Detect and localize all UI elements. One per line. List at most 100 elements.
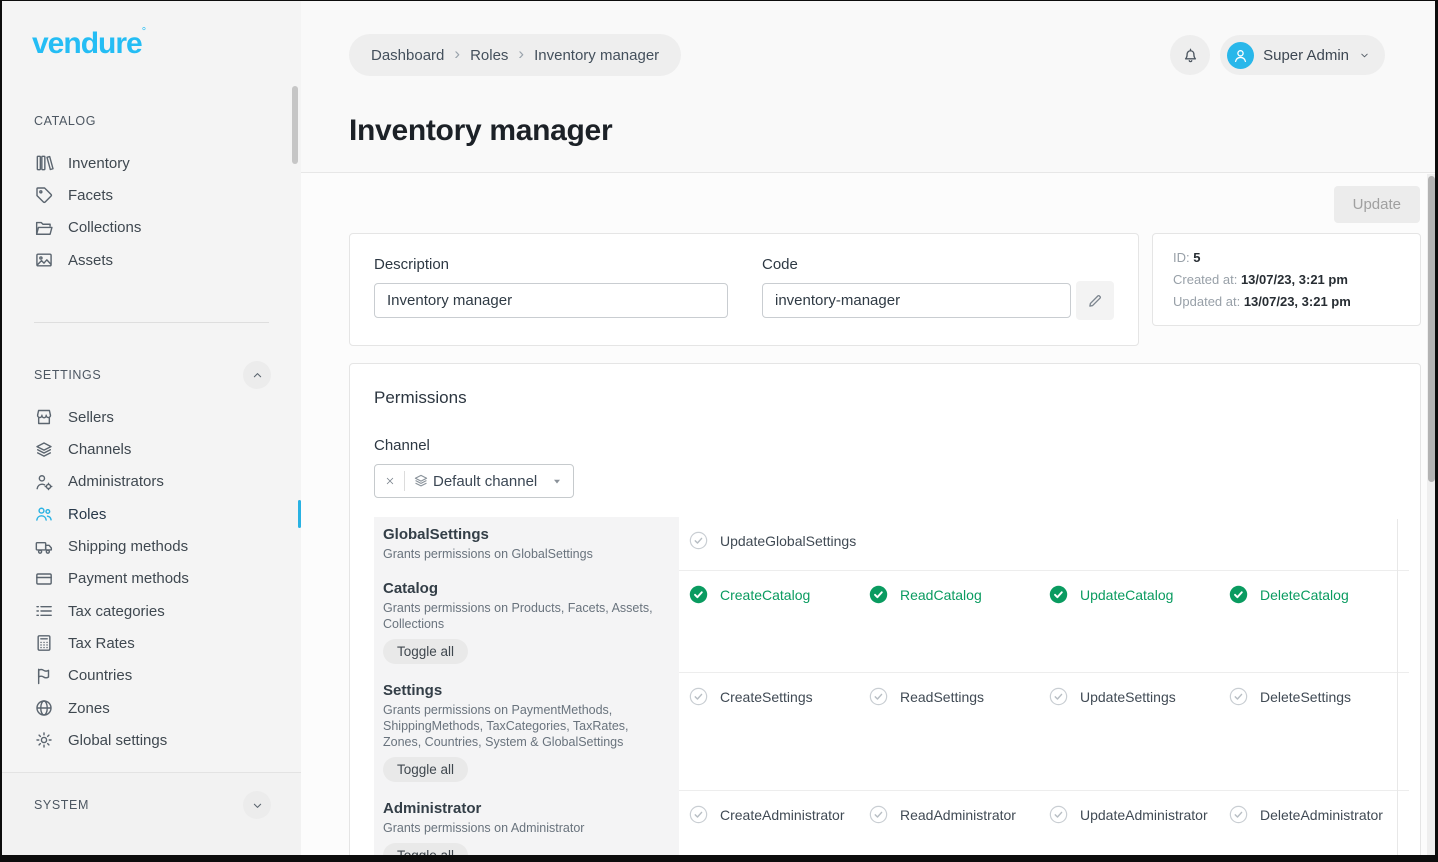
sidebar-item-label: Tax categories bbox=[68, 603, 165, 620]
sidebar-item-label: Sellers bbox=[68, 409, 114, 426]
sidebar-item-sellers[interactable]: Sellers bbox=[2, 401, 301, 433]
permission-group-info: GlobalSettingsGrants permissions on Glob… bbox=[374, 517, 679, 571]
sidebar-item-global-settings[interactable]: Global settings bbox=[2, 724, 301, 756]
permission-group-description: Grants permissions on PaymentMethods, Sh… bbox=[383, 702, 665, 750]
permission-checkbox-DeleteSettings[interactable]: DeleteSettings bbox=[1229, 687, 1409, 706]
chevron-down-icon[interactable] bbox=[243, 791, 271, 819]
page-header: Dashboard›Roles›Inventory manager Super … bbox=[301, 1, 1435, 173]
permission-label: ReadAdministrator bbox=[900, 807, 1016, 823]
notifications-button[interactable] bbox=[1170, 35, 1210, 75]
sidebar-item-label: Tax Rates bbox=[68, 635, 135, 652]
permission-checkbox-CreateSettings[interactable]: CreateSettings bbox=[689, 687, 869, 706]
sidebar-item-payment-methods[interactable]: Payment methods bbox=[2, 563, 301, 595]
clear-channel-icon[interactable] bbox=[384, 475, 396, 487]
breadcrumb-dashboard[interactable]: Dashboard bbox=[371, 47, 444, 64]
permission-label: DeleteAdministrator bbox=[1260, 807, 1383, 823]
permission-checkbox-UpdateSettings[interactable]: UpdateSettings bbox=[1049, 687, 1229, 706]
sidebar-item-roles[interactable]: Roles bbox=[2, 498, 301, 530]
toggle-all-button[interactable]: Toggle all bbox=[383, 757, 468, 782]
user-menu[interactable]: Super Admin bbox=[1220, 35, 1385, 75]
edit-code-button[interactable] bbox=[1076, 281, 1114, 320]
inventory-icon bbox=[34, 153, 54, 173]
sidebar: vendure° CATALOG InventoryFacetsCollectio… bbox=[2, 1, 301, 855]
permission-label: UpdateAdministrator bbox=[1080, 807, 1208, 823]
permission-group-row-catalog: CatalogGrants permissions on Products, F… bbox=[374, 571, 1396, 673]
check-circle-off-icon bbox=[1049, 805, 1068, 824]
permission-label: CreateAdministrator bbox=[720, 807, 845, 823]
channel-label: Channel bbox=[374, 437, 1396, 454]
main-scrollbar-thumb[interactable] bbox=[1428, 176, 1435, 482]
description-field[interactable] bbox=[374, 283, 728, 318]
vendure-logo: vendure° bbox=[2, 1, 301, 61]
permission-checkbox-ReadCatalog[interactable]: ReadCatalog bbox=[869, 585, 1049, 604]
permission-checkbox-ReadSettings[interactable]: ReadSettings bbox=[869, 687, 1049, 706]
sidebar-item-countries[interactable]: Countries bbox=[2, 660, 301, 692]
toggle-all-button[interactable]: Toggle all bbox=[383, 639, 468, 664]
permission-group-info: AdministratorGrants permissions on Admin… bbox=[374, 791, 679, 855]
sidebar-item-zones[interactable]: Zones bbox=[2, 692, 301, 724]
sidebar-section-settings[interactable]: SETTINGS bbox=[2, 361, 301, 389]
sidebar-item-facets[interactable]: Facets bbox=[2, 179, 301, 211]
global-settings-icon bbox=[34, 730, 54, 750]
payment-methods-icon bbox=[34, 569, 54, 589]
permission-checkboxes: CreateAdministrator ReadAdministrator Upda… bbox=[679, 791, 1409, 855]
permission-checkbox-UpdateCatalog[interactable]: UpdateCatalog bbox=[1049, 585, 1229, 604]
permission-checkbox-UpdateGlobalSettings[interactable]: UpdateGlobalSettings bbox=[689, 531, 869, 550]
sidebar-item-inventory[interactable]: Inventory bbox=[2, 147, 301, 179]
sidebar-item-collections[interactable]: Collections bbox=[2, 212, 301, 244]
sidebar-item-assets[interactable]: Assets bbox=[2, 244, 301, 276]
sidebar-item-label: Roles bbox=[68, 506, 106, 523]
channel-value: Default channel bbox=[433, 473, 543, 490]
caret-down-icon bbox=[551, 475, 563, 487]
permission-checkbox-UpdateAdministrator[interactable]: UpdateAdministrator bbox=[1049, 805, 1229, 824]
avatar bbox=[1227, 42, 1254, 69]
permission-checkboxes: CreateSettingsReadSettings UpdateSettings… bbox=[679, 673, 1409, 791]
sellers-icon bbox=[34, 407, 54, 427]
tax-categories-icon bbox=[34, 601, 54, 621]
meta-row: Updated at: 13/07/23, 3:21 pm bbox=[1173, 291, 1400, 313]
check-circle-on-icon bbox=[1049, 585, 1068, 604]
meta-label: Updated at: bbox=[1173, 294, 1244, 309]
roles-icon bbox=[34, 504, 54, 524]
sidebar-item-label: Global settings bbox=[68, 732, 167, 749]
permission-group-description: Grants permissions on GlobalSettings bbox=[383, 546, 665, 562]
toggle-all-button[interactable]: Toggle all bbox=[383, 843, 468, 855]
permission-checkbox-CreateAdministrator[interactable]: CreateAdministrator bbox=[689, 805, 869, 824]
permission-label: UpdateSettings bbox=[1080, 689, 1176, 705]
entity-meta-panel: ID: 5Created at: 13/07/23, 3:21 pmUpdate… bbox=[1152, 233, 1421, 326]
topbar-actions: Super Admin bbox=[1170, 35, 1385, 75]
permission-checkbox-DeleteAdministrator[interactable]: DeleteAdministrator bbox=[1229, 805, 1409, 824]
sidebar-section-label: CATALOG bbox=[34, 114, 96, 128]
permission-checkbox-CreateCatalog[interactable]: CreateCatalog bbox=[689, 585, 869, 604]
permission-group-name: Catalog bbox=[383, 580, 665, 597]
permissions-table: GlobalSettingsGrants permissions on Glob… bbox=[374, 517, 1396, 855]
sidebar-item-administrators[interactable]: Administrators bbox=[2, 466, 301, 498]
permission-label: CreateCatalog bbox=[720, 587, 810, 603]
check-circle-off-icon bbox=[689, 531, 708, 550]
countries-icon bbox=[34, 666, 54, 686]
sidebar-item-tax-rates[interactable]: Tax Rates bbox=[2, 627, 301, 659]
page-title: Inventory manager bbox=[349, 114, 612, 148]
code-field[interactable] bbox=[762, 283, 1071, 318]
sidebar-item-channels[interactable]: Channels bbox=[2, 433, 301, 465]
facets-icon bbox=[34, 185, 54, 205]
permission-checkbox-DeleteCatalog[interactable]: DeleteCatalog bbox=[1229, 585, 1409, 604]
channel-select[interactable]: Default channel bbox=[374, 464, 574, 498]
content: Update Description Code ID: 5Create bbox=[301, 174, 1435, 855]
sidebar-section-system[interactable]: SYSTEM bbox=[2, 791, 301, 819]
check-circle-on-icon bbox=[869, 585, 888, 604]
meta-value: 5 bbox=[1193, 250, 1200, 265]
breadcrumb-roles[interactable]: Roles bbox=[470, 47, 508, 64]
permission-group-name: Settings bbox=[383, 682, 665, 699]
main-area: Dashboard›Roles›Inventory manager Super … bbox=[301, 1, 1435, 855]
permission-group-name: Administrator bbox=[383, 800, 665, 817]
code-group: Code bbox=[762, 256, 1114, 323]
chevron-up-icon[interactable] bbox=[243, 361, 271, 389]
main-scrollbar[interactable] bbox=[1427, 174, 1435, 855]
sidebar-item-shipping-methods[interactable]: Shipping methods bbox=[2, 530, 301, 562]
meta-row: Created at: 13/07/23, 3:21 pm bbox=[1173, 269, 1400, 291]
breadcrumb-inventory-manager[interactable]: Inventory manager bbox=[534, 47, 659, 64]
update-button[interactable]: Update bbox=[1334, 186, 1420, 223]
permission-checkbox-ReadAdministrator[interactable]: ReadAdministrator bbox=[869, 805, 1049, 824]
sidebar-item-tax-categories[interactable]: Tax categories bbox=[2, 595, 301, 627]
